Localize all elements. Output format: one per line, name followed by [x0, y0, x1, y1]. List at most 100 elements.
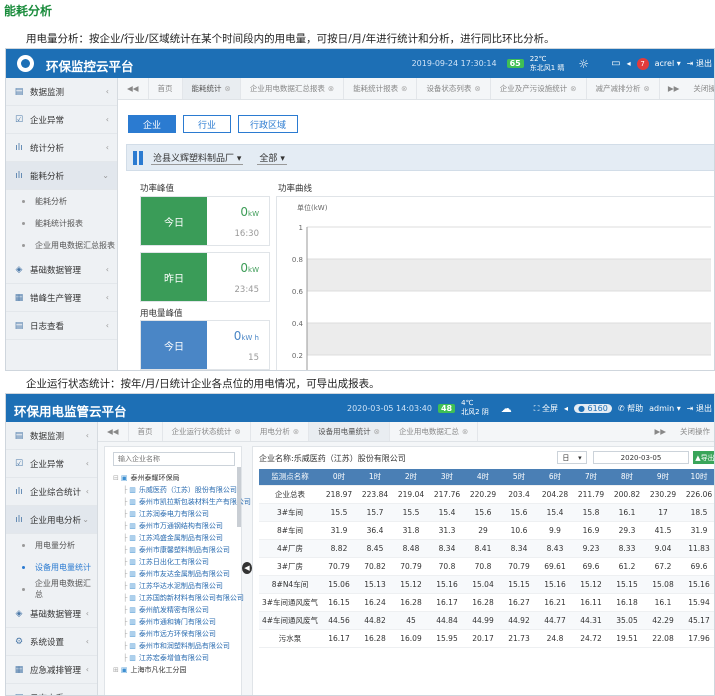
tree-node[interactable]: ├ ▥ 江苏华达水泥制品有限公司	[113, 580, 241, 592]
tree-node[interactable]: ├ ▥ 泰州市远方环保有限公司	[113, 628, 241, 640]
sidebar-item[interactable]: ılı 统计分析 ‹	[6, 134, 117, 162]
sidebar-item[interactable]: ılı 能耗分析 ⌄	[6, 162, 117, 190]
sidebar-item[interactable]: ▦ 错峰生产管理 ‹	[6, 284, 117, 312]
tab[interactable]: 设备用电量统计 ⊗	[309, 422, 390, 441]
user-menu[interactable]: admin ▾	[649, 404, 681, 413]
sidebar-item[interactable]: ▤日志查看‹	[6, 684, 97, 696]
tree-node[interactable]: ├ ▥ 泰州市凯拉斯包装材料生产有限公司	[113, 496, 251, 508]
tab-next[interactable]: ▶▶	[660, 84, 688, 93]
column-header[interactable]: 监测点名称	[259, 469, 321, 486]
tree-scrollbar[interactable]	[237, 467, 241, 527]
tab[interactable]: 企业及产污设施统计 ⊗	[491, 78, 587, 99]
close-tabs-menu[interactable]: 关闭操作	[687, 83, 714, 94]
expand-icon[interactable]: ⊞	[113, 666, 119, 674]
sidebar-item[interactable]: ◈ 基础数据管理 ‹	[6, 256, 117, 284]
sidebar-item[interactable]: ☑ 企业异常 ‹	[6, 106, 117, 134]
tree-node[interactable]: ├ ▥ 泰州市通和铸门有限公司	[113, 616, 241, 628]
logout-button[interactable]: ⇥ 退出	[687, 403, 712, 414]
company-select[interactable]: 沧县义辉塑料制品厂 ▾	[151, 151, 244, 165]
close-icon[interactable]: ⊗	[462, 427, 468, 436]
tab[interactable]: 企业运行状态统计 ⊗	[163, 422, 251, 441]
tab-prev[interactable]: ◀◀	[98, 422, 129, 441]
column-header[interactable]: 0时	[321, 469, 357, 486]
close-icon[interactable]: ⊗	[644, 84, 650, 93]
table-row[interactable]: 4#厂房 8.82 8.45 8.48 8.34 8.41 8.34 8.43 9.23 8.33…	[259, 539, 714, 558]
tree-node[interactable]: ├ ▥ 泰州市万通钢结构有限公司	[113, 520, 241, 532]
column-header[interactable]: 3时	[429, 469, 465, 486]
close-tabs-menu[interactable]: 关闭操作	[674, 426, 714, 437]
tab[interactable]: 减产减排分析 ⊗	[587, 78, 660, 99]
table-row[interactable]: 8#N4车间 15.06 15.13 15.12 15.16 15.04 15.15 15.1…	[259, 575, 714, 594]
sidebar-subitem[interactable]: 能耗分析	[6, 190, 117, 212]
user-menu[interactable]: acrel ▾	[655, 59, 681, 68]
sidebar-item[interactable]: ▤ 数据监测 ‹	[6, 78, 117, 106]
tab-next[interactable]: ▶▶	[646, 427, 674, 436]
close-icon[interactable]: ⊗	[570, 84, 576, 93]
scope-select[interactable]: 全部 ▾	[257, 151, 287, 165]
sidebar-subitem[interactable]: 企业用电数据汇总	[6, 578, 97, 600]
tab[interactable]: 用电分析 ⊗	[251, 422, 310, 441]
tree-node[interactable]: ├ ▥ 泰州市康馨塑料制品有限公司	[113, 544, 241, 556]
tab[interactable]: 能耗统计 ⊗	[182, 78, 241, 99]
column-header[interactable]: 8时	[609, 469, 645, 486]
filter-industry-button[interactable]: 行业	[183, 115, 231, 133]
sidebar-item[interactable]: ılı 企业综合统计 ‹	[6, 478, 97, 506]
help-link[interactable]: ✆ 帮助	[618, 403, 643, 414]
tab[interactable]: 设备状态列表 ⊗	[417, 78, 491, 99]
notification-badge[interactable]: 7	[636, 57, 649, 70]
tab-prev[interactable]: ◀◀	[118, 78, 149, 99]
fullscreen-button[interactable]: ⛶ 全屏	[534, 403, 558, 414]
column-header[interactable]: 5时	[501, 469, 537, 486]
sidebar-item[interactable]: ⚙ 系统设置 ‹	[6, 628, 97, 656]
sidebar-item[interactable]: ☑ 企业异常 ‹	[6, 450, 97, 478]
sidebar-item[interactable]: ▤ 数据监测 ‹	[6, 422, 97, 450]
tab[interactable]: 企业用电数据汇总报表 ⊗	[241, 78, 345, 99]
table-row[interactable]: 3#车间 15.5 15.7 15.5 15.4 15.6 15.6 15.4 15.8 16.1…	[259, 503, 714, 522]
volume-icon[interactable]: ◂	[627, 59, 631, 68]
tree-node[interactable]: ├ ▥ 泰州市和润塑料制品有限公司	[113, 640, 241, 652]
tree-node[interactable]: ├ ▥ 江苏宏泰增值有限公司	[113, 652, 241, 664]
alert-badge[interactable]: ● 6160	[573, 403, 612, 413]
column-header[interactable]: 7时	[573, 469, 609, 486]
sidebar-item[interactable]: ▦ 应急减排管理 ‹	[6, 656, 97, 684]
tree-node[interactable]: ├ ▥ 江苏日出化工有限公司	[113, 556, 241, 568]
table-row[interactable]: 8#车间 31.9 36.4 31.8 31.3 29 10.6 9.9 16.9 29.3 41.…	[259, 521, 714, 540]
column-header[interactable]: 9时	[645, 469, 681, 486]
tree-node-root[interactable]: ⊞ ▣ 上海市凡化工分园	[113, 664, 241, 676]
sidebar-subitem[interactable]: 用电量分析	[6, 534, 97, 556]
close-icon[interactable]: ⊗	[225, 84, 231, 93]
sidebar-item[interactable]: ◈ 基础数据管理 ‹	[6, 600, 97, 628]
volume-icon[interactable]: ◂	[564, 404, 568, 413]
sidebar-subitem[interactable]: 企业用电数据汇总报表	[6, 234, 117, 256]
tree-node[interactable]: ├ ▥ 江苏鸿盛金属制品有限公司	[113, 532, 241, 544]
table-row[interactable]: 4#车间通风废气 44.56 44.82 45 44.84 44.99 44.92 44.77…	[259, 611, 714, 630]
tree-node[interactable]: ├ ▥ 江苏润泰电力有限公司	[113, 508, 241, 520]
date-type-select[interactable]: 日 ▾	[557, 451, 587, 464]
tab[interactable]: 首页	[149, 78, 183, 99]
table-row[interactable]: 3#车间通风废气 16.15 16.24 16.28 16.17 16.28 16.27 16…	[259, 593, 714, 612]
expand-icon[interactable]: ⊟	[113, 474, 119, 482]
sidebar-subitem[interactable]: 能耗统计报表	[6, 212, 117, 234]
close-icon[interactable]: ⊗	[474, 84, 480, 93]
tree-node[interactable]: ├ ▥ 乐威医药（江苏）股份有限公司	[113, 484, 241, 496]
tree-node[interactable]: ├ ▥ 泰州市友达金属制品有限公司	[113, 568, 241, 580]
logout-button[interactable]: ⇥ 退出	[687, 58, 712, 69]
collapse-panel-icon[interactable]: ◀	[242, 562, 252, 574]
tree-node[interactable]: ├ ▥ 江苏国韵新材料有限公司有限公司	[113, 592, 244, 604]
column-header[interactable]: 2时	[393, 469, 429, 486]
date-input[interactable]: 2020-03-05	[593, 451, 689, 464]
tab[interactable]: 企业用电数据汇总 ⊗	[390, 422, 479, 441]
close-icon[interactable]: ⊗	[328, 84, 334, 93]
table-row[interactable]: 污水泵 16.17 16.28 16.09 15.95 20.17 21.73 24.8 24.…	[259, 629, 714, 648]
tab[interactable]: 首页	[129, 422, 163, 441]
table-row[interactable]: 企业总表 218.97 223.84 219.04 217.76 220.29 203.4 2…	[259, 485, 714, 504]
close-icon[interactable]: ⊗	[293, 427, 299, 436]
sidebar-item[interactable]: ılı 企业用电分析 ⌄	[6, 506, 97, 534]
close-icon[interactable]: ⊗	[374, 427, 380, 436]
sidebar-subitem[interactable]: 设备用电量统计	[6, 556, 97, 578]
table-row[interactable]: 3#厂房 70.79 70.82 70.79 70.8 70.8 70.79 69.61 69.…	[259, 557, 714, 576]
tree-node-root[interactable]: ⊟ ▣ 泰州泰耀环保局	[113, 472, 241, 484]
column-header[interactable]: 10时	[681, 469, 714, 486]
close-icon[interactable]: ⊗	[401, 84, 407, 93]
tree-node[interactable]: ├ ▥ 泰州航发精密有限公司	[113, 604, 241, 616]
